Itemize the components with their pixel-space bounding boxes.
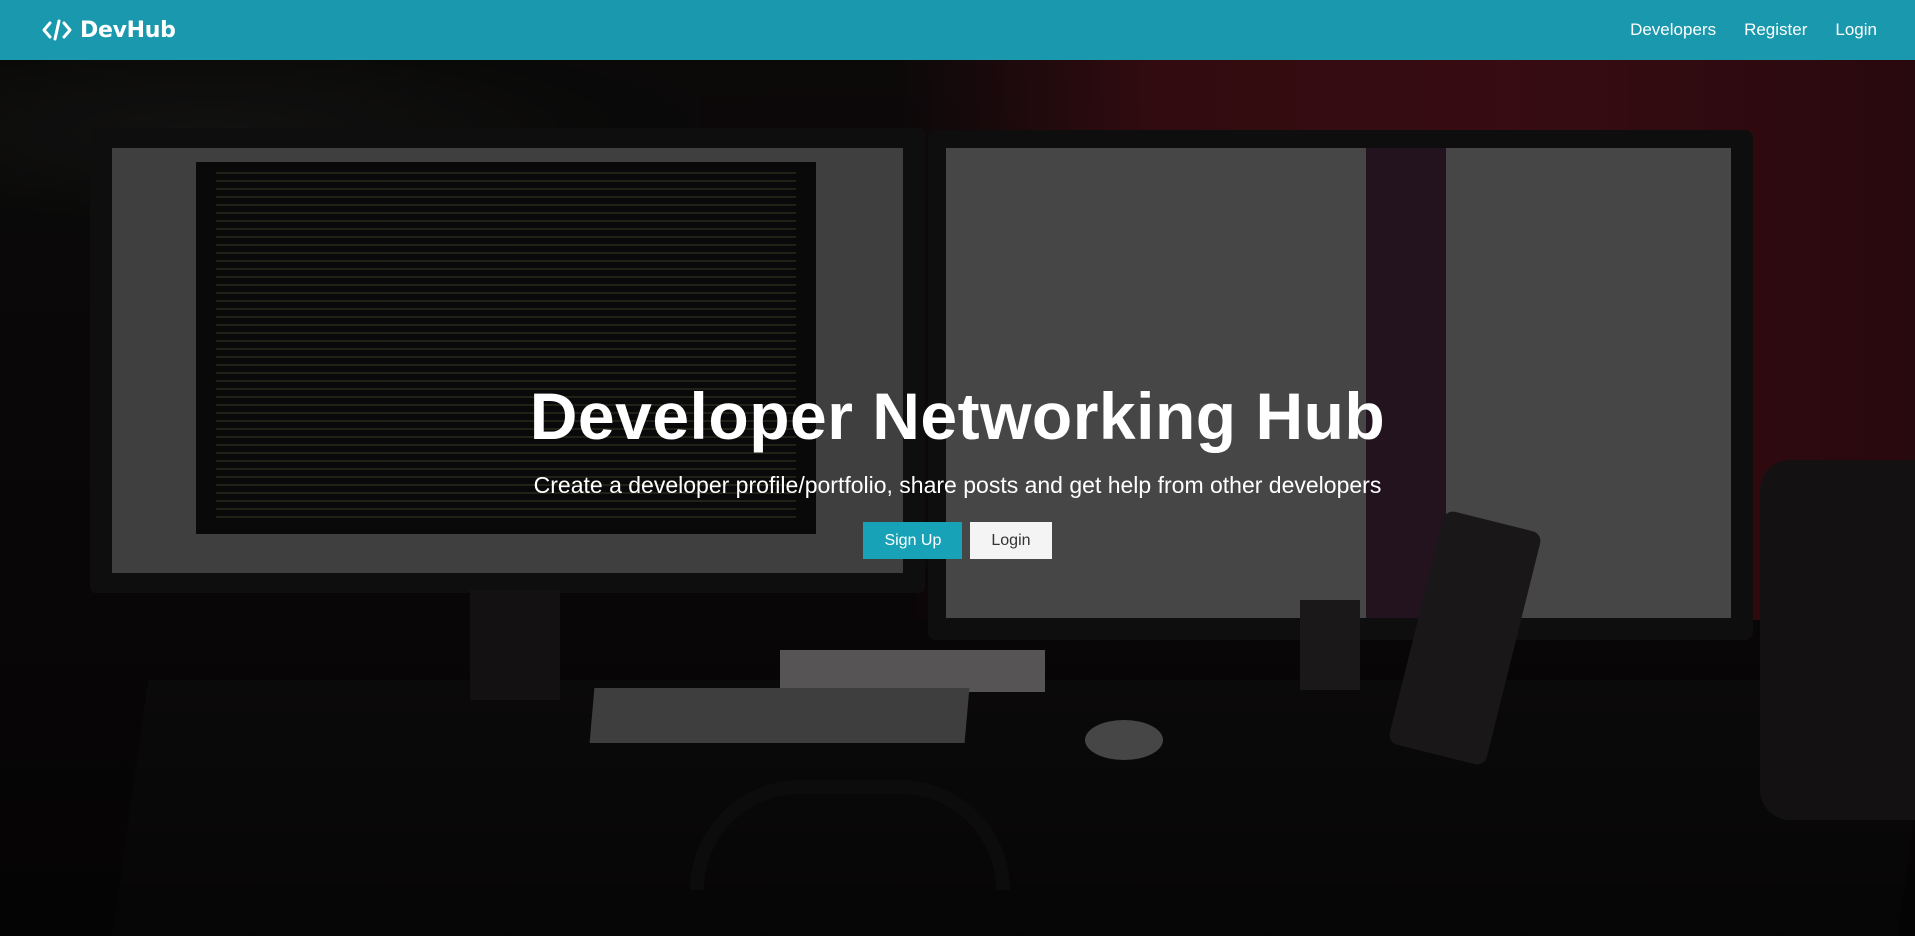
nav-links: Developers Register Login <box>1630 20 1877 40</box>
navbar: DevHub Developers Register Login <box>0 0 1915 60</box>
brand-link[interactable]: DevHub <box>42 18 176 43</box>
hero-title: Developer Networking Hub <box>529 379 1386 453</box>
brand-name: DevHub <box>80 17 176 43</box>
landing-inner: Developer Networking Hub Create a develo… <box>0 60 1915 936</box>
nav-link-login[interactable]: Login <box>1835 20 1877 40</box>
signup-button[interactable]: Sign Up <box>863 522 963 559</box>
code-icon <box>42 19 72 41</box>
hero-buttons: Sign Up Login <box>0 522 1915 559</box>
login-button[interactable]: Login <box>970 522 1052 559</box>
nav-link-register[interactable]: Register <box>1744 20 1807 40</box>
nav-link-developers[interactable]: Developers <box>1630 20 1716 40</box>
hero-lead: Create a developer profile/portfolio, sh… <box>533 472 1382 498</box>
